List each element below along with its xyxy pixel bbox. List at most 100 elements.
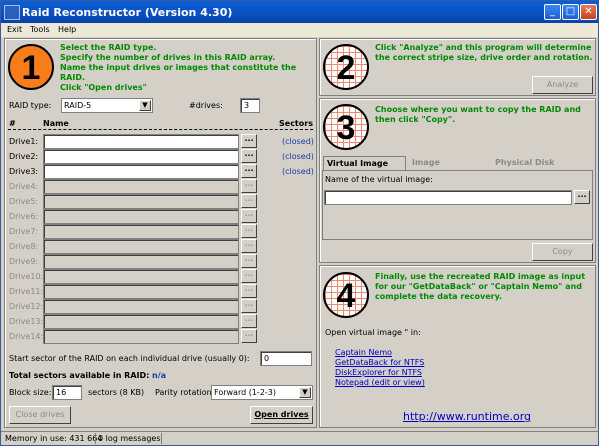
browse-drive-button[interactable]: ...: [241, 329, 257, 343]
drive-status: (closed): [282, 167, 314, 176]
browse-drive-button[interactable]: ...: [241, 314, 257, 328]
chevron-down-icon[interactable]: ▼: [139, 100, 151, 111]
link-diskexplorer-ntfs[interactable]: DiskExplorer for NTFS: [335, 368, 422, 377]
browse-drive-button[interactable]: ...: [241, 299, 257, 313]
drive-path-input[interactable]: [43, 164, 239, 179]
menu-help[interactable]: Help: [58, 25, 76, 34]
status-divider: [161, 433, 162, 444]
link-getdataback-ntfs[interactable]: GetDataBack for NTFS: [335, 358, 424, 367]
virtual-image-input[interactable]: [324, 190, 572, 205]
link-notepad[interactable]: Notepad (edit or view): [335, 378, 425, 387]
tab-image[interactable]: Image: [412, 158, 440, 167]
window-title: Raid Reconstructor (Version 4.30): [22, 6, 233, 19]
browse-drive-button[interactable]: ...: [241, 239, 257, 253]
start-sector-label: Start sector of the RAID on each individ…: [9, 354, 250, 363]
step4-line: for our "GetDataBack" or "Captain Nemo" …: [375, 282, 582, 291]
step3-panel: 3 Choose where you want to copy the RAID…: [319, 98, 596, 263]
drive-path-input[interactable]: [43, 134, 239, 149]
browse-drive-button[interactable]: ...: [241, 284, 257, 298]
parity-rotation-select[interactable]: Forward (1-2-3) ▼: [211, 385, 313, 400]
drives-count-label: #drives:: [189, 101, 223, 110]
parity-rotation-label: Parity rotation:: [155, 388, 215, 397]
drive-label: Drive9:: [9, 257, 39, 266]
drive-path-input[interactable]: [43, 314, 239, 329]
drive-path-input[interactable]: [43, 194, 239, 209]
step1-number-icon: 1: [8, 44, 54, 90]
total-sectors-label: Total sectors available in RAID:: [9, 371, 150, 380]
tab-physical-disk[interactable]: Physical Disk: [495, 158, 554, 167]
block-size-unit: sectors (8 KB): [88, 388, 145, 397]
raid-type-select[interactable]: RAID-5 ▼: [61, 98, 153, 113]
drive-path-input[interactable]: [43, 299, 239, 314]
drive-label: Drive11:: [9, 287, 44, 296]
drive-label: Drive5:: [9, 197, 39, 206]
drive-path-input[interactable]: [43, 149, 239, 164]
raid-type-value: RAID-5: [64, 101, 92, 110]
browse-drive-button[interactable]: ...: [241, 179, 257, 193]
drive-path-input[interactable]: [43, 329, 239, 344]
step4-text: Finally, use the recreated RAID image as…: [375, 272, 595, 302]
runtime-website-link[interactable]: http://www.runtime.org: [403, 410, 531, 423]
step2-line: Click "Analyze" and this program will de…: [375, 43, 592, 52]
browse-virtual-image-button[interactable]: ...: [574, 190, 590, 204]
title-bar[interactable]: Raid Reconstructor (Version 4.30) _ □ ✕: [1, 1, 598, 23]
app-window: Raid Reconstructor (Version 4.30) _ □ ✕ …: [0, 0, 599, 446]
browse-drive-button[interactable]: ...: [241, 254, 257, 268]
analyze-button[interactable]: Analyze: [532, 76, 593, 94]
drive-label: Drive12:: [9, 302, 44, 311]
drive-path-input[interactable]: [43, 179, 239, 194]
drive-label: Drive2:: [9, 152, 39, 161]
step2-line: the correct stripe size, drive order and…: [375, 53, 593, 62]
step2-number-icon: 2: [323, 44, 369, 90]
parity-rotation-value: Forward (1-2-3): [214, 388, 276, 397]
close-button[interactable]: ✕: [580, 4, 597, 20]
chevron-down-icon[interactable]: ▼: [299, 387, 311, 398]
step4-panel: 4 Finally, use the recreated RAID image …: [319, 265, 596, 428]
browse-drive-button[interactable]: ...: [241, 149, 257, 163]
drive-path-input[interactable]: [43, 209, 239, 224]
raid-type-label: RAID type:: [9, 101, 52, 110]
virtual-image-label: Name of the virtual image:: [325, 175, 433, 184]
drive-status: (closed): [282, 137, 314, 146]
step1-line: Specify the number of drives in this RAI…: [60, 53, 276, 62]
step4-line: complete the data recovery.: [375, 292, 503, 301]
drive-label: Drive3:: [9, 167, 39, 176]
step2-text: Click "Analyze" and this program will de…: [375, 43, 595, 63]
start-sector-input[interactable]: 0: [260, 351, 312, 366]
close-drives-button[interactable]: Close drives: [9, 406, 71, 424]
browse-drive-button[interactable]: ...: [241, 224, 257, 238]
drive-path-input[interactable]: [43, 269, 239, 284]
step4-number-icon: 4: [323, 272, 369, 318]
step3-text: Choose where you want to copy the RAID a…: [375, 105, 595, 125]
open-drives-button[interactable]: Open drives: [250, 406, 313, 424]
drives-count-input[interactable]: 3: [240, 98, 260, 113]
browse-drive-button[interactable]: ...: [241, 269, 257, 283]
step4-line: Finally, use the recreated RAID image as…: [375, 272, 586, 281]
step1-line: Name the input drives or images that con…: [60, 63, 297, 82]
drive-label: Drive6:: [9, 212, 39, 221]
drive-path-input[interactable]: [43, 254, 239, 269]
total-sectors-value: n/a: [152, 371, 167, 380]
drive-path-input[interactable]: [43, 224, 239, 239]
drive-label: Drive7:: [9, 227, 39, 236]
browse-drive-button[interactable]: ...: [241, 209, 257, 223]
link-captain-nemo[interactable]: Captain Nemo: [335, 348, 392, 357]
step1-line: Click "Open drives": [60, 83, 147, 92]
step1-instructions: Select the RAID type. Specify the number…: [60, 43, 315, 93]
browse-drive-button[interactable]: ...: [241, 134, 257, 148]
block-size-input[interactable]: 16: [52, 385, 82, 400]
menu-tools[interactable]: Tools: [30, 25, 50, 34]
log-status: 0 log messages: [98, 434, 161, 443]
menu-bar: Exit Tools Help: [1, 23, 598, 37]
maximize-button[interactable]: □: [562, 4, 579, 20]
tab-virtual-image[interactable]: Virtual Image: [323, 156, 406, 170]
step2-panel: 2 Click "Analyze" and this program will …: [319, 38, 596, 96]
minimize-button[interactable]: _: [544, 4, 561, 20]
drive-path-input[interactable]: [43, 284, 239, 299]
browse-drive-button[interactable]: ...: [241, 164, 257, 178]
browse-drive-button[interactable]: ...: [241, 194, 257, 208]
drive-path-input[interactable]: [43, 239, 239, 254]
menu-exit[interactable]: Exit: [7, 25, 22, 34]
drive-label: Drive1:: [9, 137, 39, 146]
copy-button[interactable]: Copy: [532, 243, 593, 261]
